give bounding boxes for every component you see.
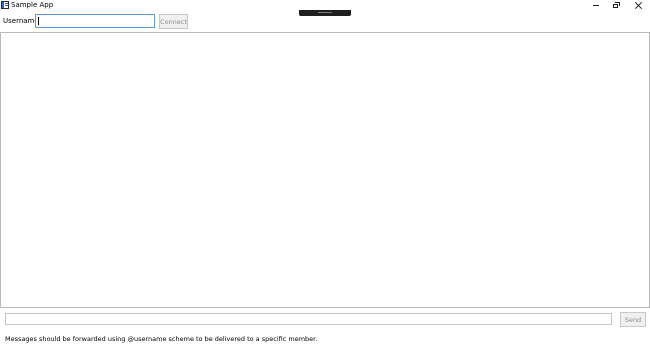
connect-button[interactable]: Connect: [159, 14, 188, 29]
message-list[interactable]: [0, 32, 650, 308]
close-icon: [635, 2, 642, 9]
app-icon: [1, 1, 9, 9]
window-title: Sample App: [11, 1, 54, 9]
minimize-icon: [593, 4, 599, 6]
restore-icon: [612, 2, 620, 8]
username-input[interactable]: [35, 14, 155, 28]
usage-hint: Messages should be forwarded using @user…: [5, 335, 318, 343]
message-input[interactable]: [5, 313, 612, 325]
send-button[interactable]: Send: [620, 312, 646, 327]
debug-toolbar-handle[interactable]: [299, 10, 351, 16]
close-button[interactable]: [627, 0, 649, 10]
grip-icon: [318, 12, 332, 13]
text-caret: [38, 17, 39, 25]
app-window: Sample App Username: Connect Send Messag…: [0, 0, 650, 344]
minimize-button[interactable]: [585, 0, 607, 10]
restore-button[interactable]: [605, 0, 627, 10]
